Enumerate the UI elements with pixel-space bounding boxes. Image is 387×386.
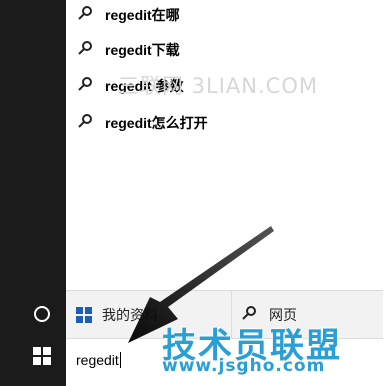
brand-url: www.jsgho.com [162, 356, 326, 376]
